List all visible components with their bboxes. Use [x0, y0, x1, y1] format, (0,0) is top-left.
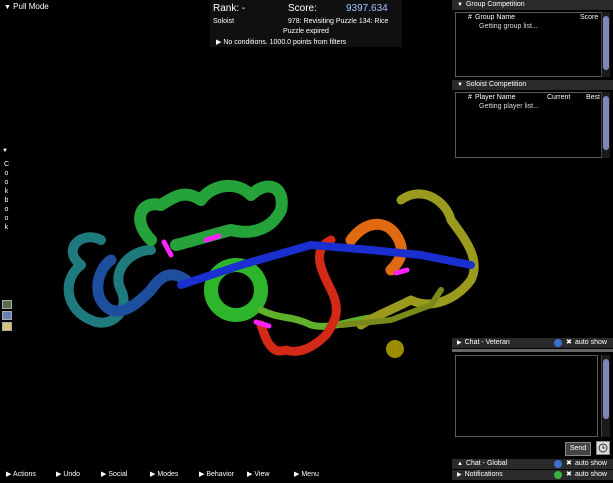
chat-global-title: Chat - Global [465, 460, 508, 467]
triangle-down-icon: ▼ [457, 2, 463, 8]
group-scroll-thumb[interactable] [603, 16, 609, 70]
soloist-col-name: Player Name [475, 94, 516, 101]
yellow-marker [386, 340, 404, 358]
menu-menu[interactable]: ▶ Menu [294, 470, 319, 480]
group-scrollbar[interactable] [601, 12, 610, 77]
chat-global-header[interactable]: ▲ Chat - Global ✖ auto show [452, 459, 613, 469]
notification-status-icon [554, 471, 562, 483]
cookbook-letter: k [4, 224, 9, 231]
chat-resize-handle[interactable] [452, 349, 613, 352]
pull-mode-toggle[interactable]: ▼ Pull Mode [4, 2, 49, 11]
triangle-right-icon: ▶ [199, 471, 205, 478]
recipe-icon[interactable] [2, 311, 12, 320]
triangle-down-icon: ▼ [457, 82, 463, 88]
chat-veteran-auto-show[interactable]: auto show [575, 338, 607, 348]
menu-actions[interactable]: ▶ Actions [6, 470, 36, 480]
soloist-loading-text: Getting player list... [479, 103, 539, 110]
bottom-menu-bar: ▶ Actions ▶ Undo ▶ Social ▶ Modes ▶ Beha… [0, 470, 452, 480]
triangle-right-icon: ▶ [6, 471, 12, 478]
menu-label: Behavior [206, 471, 234, 478]
cookbook-letter: b [4, 197, 9, 204]
menu-modes[interactable]: ▶ Modes [150, 470, 178, 480]
sidechain-magenta [393, 267, 410, 276]
chat-veteran-messages[interactable] [455, 355, 598, 437]
group-competition-title: Group Competition [465, 1, 525, 8]
close-icon[interactable]: ✖ [566, 459, 572, 469]
group-competition-header[interactable]: ▼ Group Competition [452, 0, 613, 10]
triangle-right-icon: ▶ [150, 471, 156, 478]
notifications-auto-show[interactable]: auto show [575, 470, 607, 480]
cookbook-letter: o [4, 206, 9, 213]
rank-label: Rank: - [213, 3, 246, 14]
cookbook-label: C o o k b o o k [3, 160, 10, 232]
soloist-col-current: Current [547, 94, 571, 101]
clock-icon[interactable] [596, 441, 610, 455]
protein-chain-blue [92, 254, 192, 317]
triangle-right-icon: ▶ [101, 471, 107, 478]
menu-social[interactable]: ▶ Social [101, 470, 127, 480]
triangle-right-icon: ▶ [56, 471, 62, 478]
menu-behavior[interactable]: ▶ Behavior [199, 470, 234, 480]
triangle-down-icon: ▼ [2, 148, 8, 154]
group-col-name: Group Name [475, 14, 516, 21]
chat-global-auto-show[interactable]: auto show [575, 459, 607, 469]
triangle-right-icon: ▶ [457, 340, 462, 346]
soloist-col-best: Best [586, 94, 601, 101]
menu-label: Social [108, 471, 128, 478]
triangle-right-icon: ▶ [294, 471, 300, 478]
close-icon[interactable]: ✖ [566, 338, 572, 348]
send-button[interactable]: Send [565, 442, 591, 456]
pull-mode-label: Pull Mode [13, 2, 49, 11]
menu-view[interactable]: ▶ View [247, 470, 269, 480]
soloist-scroll-thumb[interactable] [603, 96, 609, 150]
menu-label: Undo [63, 471, 81, 478]
soloist-scrollbar[interactable] [601, 92, 610, 158]
score-value: 9397.634 [346, 3, 388, 14]
chat-scrollbar[interactable] [601, 355, 610, 437]
soloist-col-num: # [468, 94, 472, 101]
cookbook-letter: o [4, 170, 9, 177]
group-col-num: # [468, 14, 472, 21]
conditions-toggle[interactable]: ▶ No conditions. 1000.0 points from filt… [216, 38, 346, 46]
triangle-right-icon: ▶ [457, 472, 462, 478]
chat-veteran-title: Chat - Veteran [464, 339, 510, 346]
menu-undo[interactable]: ▶ Undo [56, 470, 80, 480]
conditions-text: No conditions. 1000.0 points from filter… [223, 39, 347, 46]
close-icon[interactable]: ✖ [566, 470, 572, 480]
menu-label: Menu [301, 471, 319, 478]
triangle-right-icon: ▲ [457, 461, 463, 467]
menu-label: View [254, 471, 270, 478]
score-label: Score: [288, 3, 317, 14]
group-col-score: Score [580, 14, 599, 21]
soloist-competition-list[interactable]: # Player Name Current Best Getting playe… [455, 92, 602, 158]
puzzle-title: 978: Revisiting Puzzle 134: Rice [288, 18, 389, 25]
soloist-competition-header[interactable]: ▼ Soloist Competition [452, 80, 613, 90]
cookbook-letter: o [4, 215, 9, 222]
recipe-icon[interactable] [2, 322, 12, 331]
notifications-title: Notifications [464, 471, 503, 478]
chat-veteran-header[interactable]: ▶ Chat - Veteran ✖ auto show [452, 338, 613, 348]
cookbook-letter: k [4, 188, 9, 195]
protein-viewport[interactable] [11, 140, 481, 380]
triangle-right-icon: ▶ [247, 471, 253, 478]
cookbook-letter: C [3, 161, 10, 168]
score-panel: Rank: - Score: 9397.634 Soloist 978: Rev… [210, 0, 402, 47]
puzzle-status: Puzzle expired [283, 28, 329, 35]
recipe-icon[interactable] [2, 300, 12, 309]
triangle-right-icon: ▶ [216, 39, 222, 46]
cookbook-letter: o [4, 179, 9, 186]
notifications-header[interactable]: ▶ Notifications ✖ auto show [452, 470, 613, 480]
sidechain-magenta [161, 239, 174, 258]
chat-scroll-thumb[interactable] [603, 359, 609, 419]
menu-label: Modes [157, 471, 179, 478]
group-loading-text: Getting group list... [479, 23, 538, 30]
cookbook-tab[interactable]: ▼ C o o k b o o k [0, 148, 12, 478]
mode-label: Soloist [213, 18, 235, 25]
triangle-down-icon: ▼ [4, 4, 11, 11]
group-competition-list[interactable]: # Group Name Score Getting group list... [455, 12, 602, 77]
soloist-competition-title: Soloist Competition [465, 81, 527, 88]
menu-label: Actions [12, 471, 36, 478]
